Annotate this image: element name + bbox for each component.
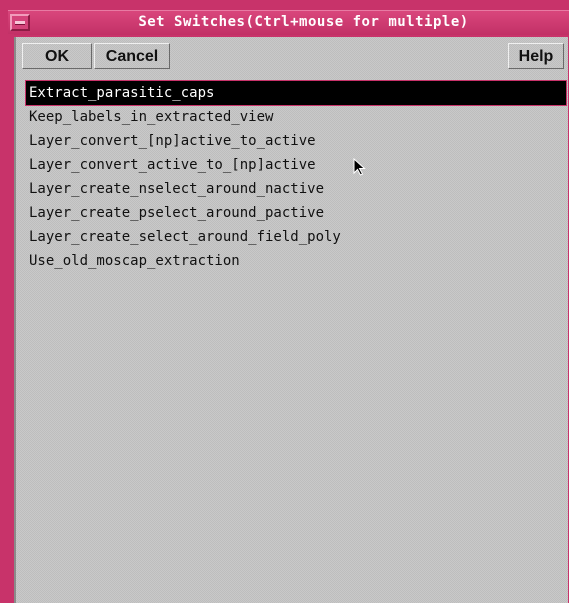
- window-menu-icon[interactable]: [10, 14, 30, 31]
- help-button[interactable]: Help: [508, 43, 564, 69]
- switch-item[interactable]: Layer_convert_active_to_[np]active: [26, 153, 566, 177]
- ok-button[interactable]: OK: [22, 43, 92, 69]
- switch-item[interactable]: Layer_convert_[np]active_to_active: [26, 129, 566, 153]
- switch-item[interactable]: Layer_create_nselect_around_nactive: [26, 177, 566, 201]
- window-title: Set Switches(Ctrl+mouse for multiple): [138, 14, 469, 30]
- mouse-pointer-icon: [353, 158, 366, 176]
- switch-item[interactable]: Layer_create_pselect_around_pactive: [26, 201, 566, 225]
- dialog-window: Set Switches(Ctrl+mouse for multiple) OK…: [0, 0, 569, 603]
- title-bar[interactable]: Set Switches(Ctrl+mouse for multiple): [8, 10, 569, 35]
- switch-list[interactable]: Extract_parasitic_caps Keep_labels_in_ex…: [25, 80, 567, 273]
- switch-item[interactable]: Layer_create_select_around_field_poly: [26, 225, 566, 249]
- cancel-button[interactable]: Cancel: [94, 43, 170, 69]
- switch-item[interactable]: Use_old_moscap_extraction: [26, 249, 566, 273]
- switch-item[interactable]: Keep_labels_in_extracted_view: [26, 105, 566, 129]
- switch-item[interactable]: Extract_parasitic_caps: [25, 80, 567, 106]
- button-bar: OK Cancel Help: [16, 37, 568, 75]
- window-menu-bar: [15, 21, 25, 25]
- dialog-body: OK Cancel Help Extract_parasitic_caps Ke…: [14, 37, 568, 603]
